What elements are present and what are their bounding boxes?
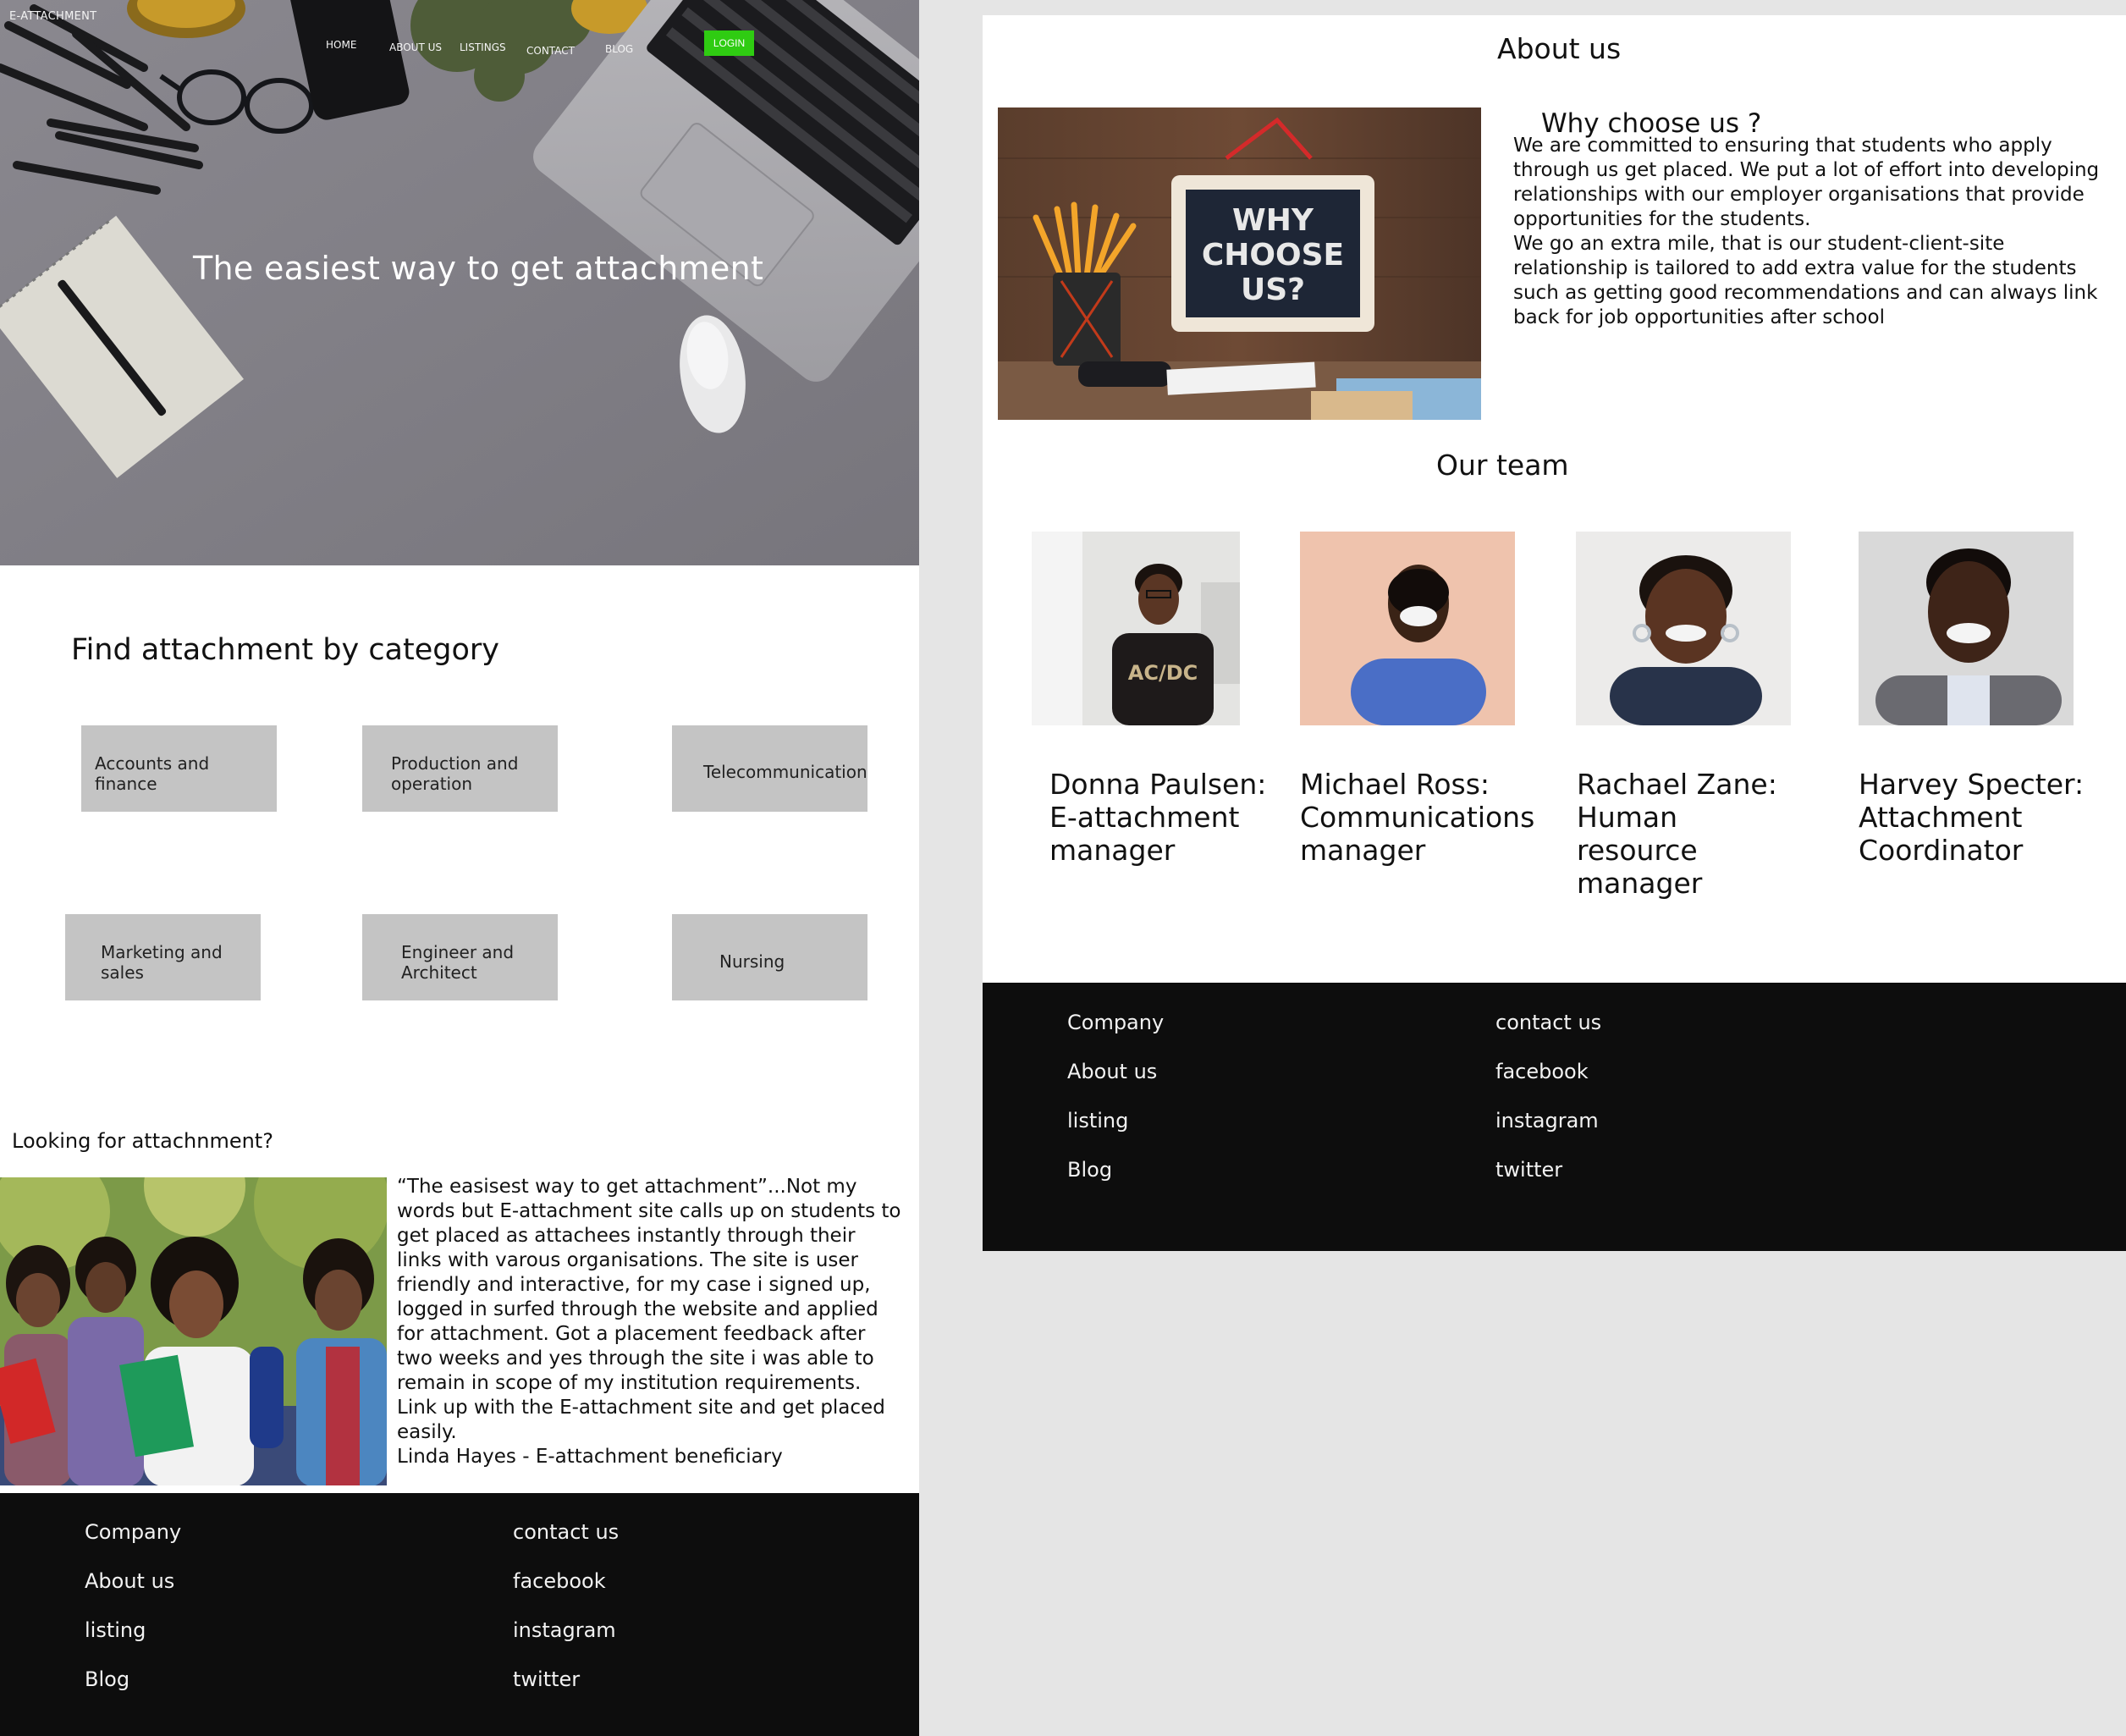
team-member-caption: Michael Ross: Communications manager xyxy=(1300,768,1537,867)
team-member-name: Michael Ross: xyxy=(1300,768,1490,801)
chalk-text-line1: WHY xyxy=(1232,203,1314,238)
footer-contact-link[interactable]: contact us xyxy=(1495,1011,1601,1034)
about-page: About us WHY CHOOSE US? Why choose us ? … xyxy=(983,15,2126,1251)
footer-about-link[interactable]: About us xyxy=(85,1569,174,1593)
about-footer: Company About us listing Blog contact us… xyxy=(983,983,2126,1251)
brand-logo[interactable]: E-ATTACHMENT xyxy=(9,10,96,23)
footer-twitter-link[interactable]: twitter xyxy=(513,1667,580,1691)
category-telecommunication[interactable]: Telecommunication xyxy=(672,725,867,812)
hero-title: The easiest way to get attachment xyxy=(193,250,764,287)
team-member-role: Human resource manager xyxy=(1577,801,1703,900)
team-member-name: Donna Paulsen: xyxy=(1049,768,1267,801)
category-production-operation[interactable]: Production and operation xyxy=(362,725,558,812)
team-member-name: Rachael Zane: xyxy=(1577,768,1777,801)
category-label: Engineer and Architect xyxy=(401,942,515,983)
footer-contact-link[interactable]: contact us xyxy=(513,1520,619,1544)
team-title: Our team xyxy=(1436,449,1569,482)
footer-facebook-link[interactable]: facebook xyxy=(1495,1060,1589,1083)
category-label: Nursing xyxy=(719,951,785,972)
nav-home[interactable]: HOME xyxy=(326,39,356,51)
why-choose-us-text: We are committed to ensuring that studen… xyxy=(1513,134,2114,330)
team-member-photo xyxy=(1300,532,1515,725)
team-member-photo xyxy=(1859,532,2074,725)
svg-text:AC/DC: AC/DC xyxy=(1128,661,1198,685)
landing-page: E-ATTACHMENT HOME ABOUT US LISTINGS CONT… xyxy=(0,0,919,1736)
team-member-role: Communications manager xyxy=(1300,801,1535,867)
chalk-text-line3: US? xyxy=(1241,273,1305,307)
why-paragraph-2: We go an extra mile, that is our student… xyxy=(1513,233,2098,328)
team-member-photo xyxy=(1576,532,1791,725)
footer-blog-link[interactable]: Blog xyxy=(85,1667,129,1691)
category-section-title: Find attachment by category xyxy=(71,633,499,667)
team-member-name: Harvey Specter: xyxy=(1859,768,2085,801)
footer-company-link[interactable]: Company xyxy=(1067,1011,1164,1034)
footer-listing-link[interactable]: listing xyxy=(85,1618,146,1642)
nav-contact[interactable]: CONTACT xyxy=(526,45,575,57)
about-title: About us xyxy=(1497,32,1622,65)
footer-listing-link[interactable]: listing xyxy=(1067,1109,1128,1133)
category-nursing[interactable]: Nursing xyxy=(672,914,867,1000)
team-member-caption: Harvey Specter: Attachment Coordinator xyxy=(1859,768,2096,867)
students-photo xyxy=(0,1177,387,1485)
category-engineer-architect[interactable]: Engineer and Architect xyxy=(362,914,558,1000)
footer-about-link[interactable]: About us xyxy=(1067,1060,1157,1083)
footer-instagram-link[interactable]: instagram xyxy=(1495,1109,1599,1133)
category-label: Telecommunication xyxy=(703,762,867,782)
team-member-caption: Donna Paulsen: E-attachment manager xyxy=(1049,768,1286,867)
category-accounts-finance[interactable]: Accounts and finance xyxy=(81,725,277,812)
hero-banner: E-ATTACHMENT HOME ABOUT US LISTINGS CONT… xyxy=(0,0,919,565)
team-member-role: Attachment Coordinator xyxy=(1859,801,2024,867)
category-label: Marketing and sales xyxy=(101,942,223,983)
why-paragraph-1: We are committed to ensuring that studen… xyxy=(1513,135,2100,230)
login-button[interactable]: LOGIN xyxy=(704,30,754,56)
footer-twitter-link[interactable]: twitter xyxy=(1495,1158,1562,1182)
footer-company-link[interactable]: Company xyxy=(85,1520,181,1544)
nav-about[interactable]: ABOUT US xyxy=(389,41,442,53)
team-member-role: E-attachment manager xyxy=(1049,801,1240,867)
testimonial-quote-text: “The easisest way to get attachment”...N… xyxy=(397,1176,901,1443)
footer-instagram-link[interactable]: instagram xyxy=(513,1618,616,1642)
category-marketing-sales[interactable]: Marketing and sales xyxy=(65,914,261,1000)
why-choose-us-photo: WHY CHOOSE US? xyxy=(998,107,1481,420)
footer: Company About us listing Blog contact us… xyxy=(0,1493,919,1736)
team-member-photo: AC/DC xyxy=(1032,532,1240,725)
testimonial-heading: Looking for attachnment? xyxy=(12,1129,273,1153)
nav-blog[interactable]: BLOG xyxy=(605,43,633,55)
footer-facebook-link[interactable]: facebook xyxy=(513,1569,606,1593)
testimonial-quote: “The easisest way to get attachment”...N… xyxy=(397,1175,905,1469)
team-member-caption: Rachael Zane: Human resource manager xyxy=(1577,768,1814,900)
chalk-text-line2: CHOOSE xyxy=(1202,238,1344,273)
footer-blog-link[interactable]: Blog xyxy=(1067,1158,1112,1182)
category-label: Accounts and finance xyxy=(95,753,210,794)
category-label: Production and operation xyxy=(391,753,519,794)
nav-listings[interactable]: LISTINGS xyxy=(460,41,506,53)
testimonial-author: Linda Hayes - E-attachment beneficiary xyxy=(397,1446,783,1468)
